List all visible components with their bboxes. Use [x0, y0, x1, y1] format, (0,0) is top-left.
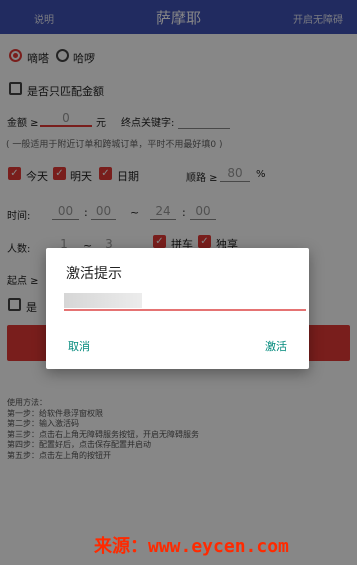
activate-button[interactable]: 激活: [265, 338, 287, 354]
activation-dialog: 激活提示 取消 激活: [46, 248, 309, 369]
dialog-title: 激活提示: [66, 266, 122, 282]
source-watermark: 来源：www.eycen.com: [94, 536, 289, 557]
redacted-text: [64, 293, 142, 308]
cancel-button[interactable]: 取消: [68, 338, 90, 354]
activation-code-input[interactable]: [64, 291, 306, 311]
